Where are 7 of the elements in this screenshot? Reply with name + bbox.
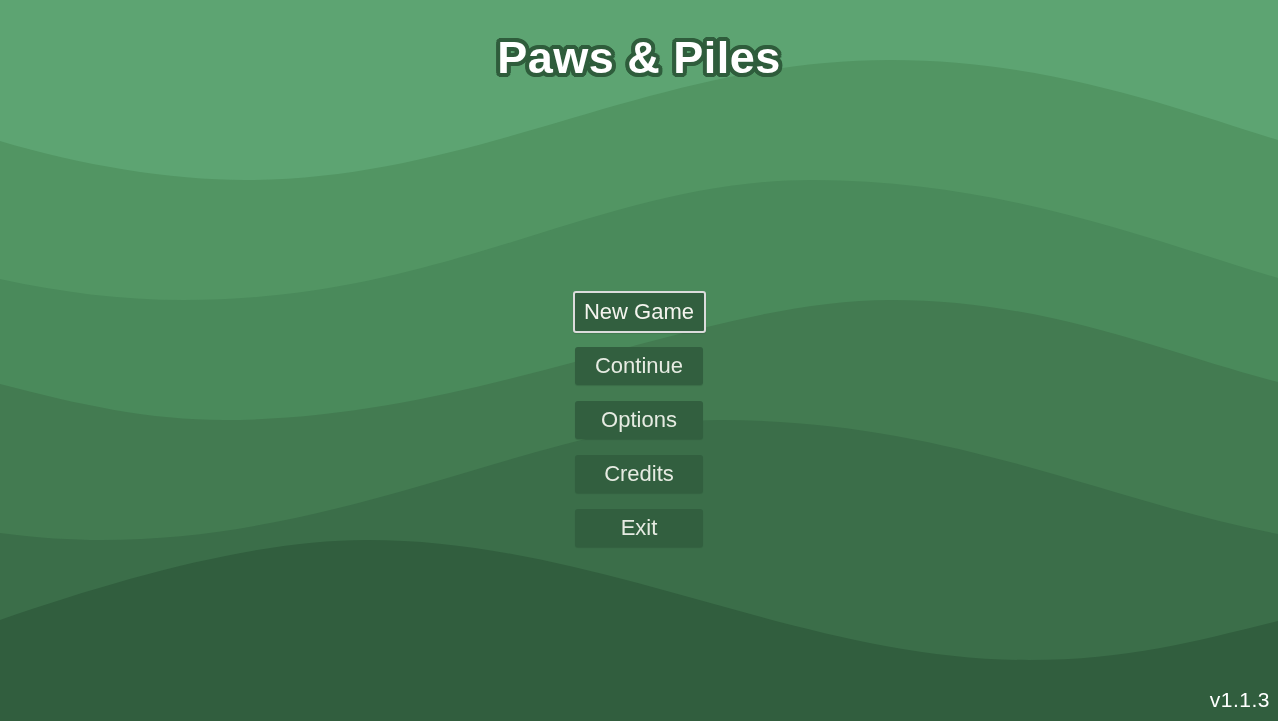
menu-button[interactable]: Credits: [575, 455, 703, 493]
game-title: Paws & Piles: [496, 31, 782, 85]
menu-button[interactable]: Options: [575, 401, 703, 439]
menu-button[interactable]: Exit: [575, 509, 703, 547]
version-label: v1.1.3: [1209, 687, 1270, 713]
menu-button[interactable]: Continue: [575, 347, 703, 385]
menu-button[interactable]: New Game: [572, 291, 706, 333]
